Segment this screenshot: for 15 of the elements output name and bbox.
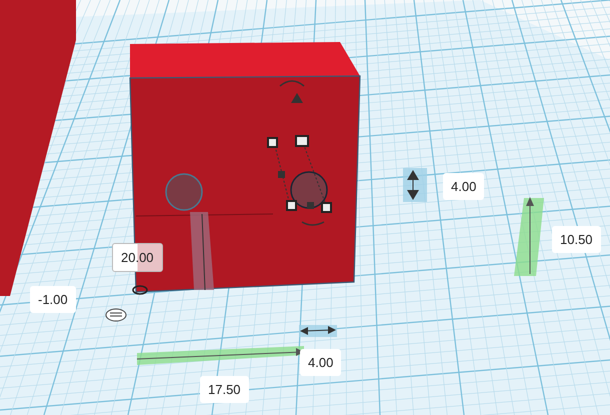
box-drawing[interactable] — [0, 0, 76, 296]
length-arrow-icon[interactable] — [136, 346, 304, 365]
depth-arrow-icon — [190, 212, 214, 290]
dimension-field[interactable]: 4.00 — [300, 349, 342, 376]
dimension-field[interactable]: 10.50 — [552, 226, 601, 253]
dimension-field[interactable]: -1.00 — [30, 286, 76, 313]
snap-menu-icon[interactable] — [106, 308, 126, 322]
dimension-field[interactable]: 4.00 — [443, 173, 484, 200]
elevation-arrow-icon[interactable] — [514, 197, 544, 276]
origin-marker-icon[interactable] — [132, 285, 148, 295]
dimension-field[interactable]: 17.50 — [200, 376, 249, 403]
rotate-handle-icon[interactable] — [280, 80, 304, 103]
dimension-field[interactable]: 20.00 — [112, 243, 163, 272]
rotate-handle-icon[interactable] — [302, 221, 324, 226]
selected-hole-drawing[interactable] — [267, 135, 332, 213]
